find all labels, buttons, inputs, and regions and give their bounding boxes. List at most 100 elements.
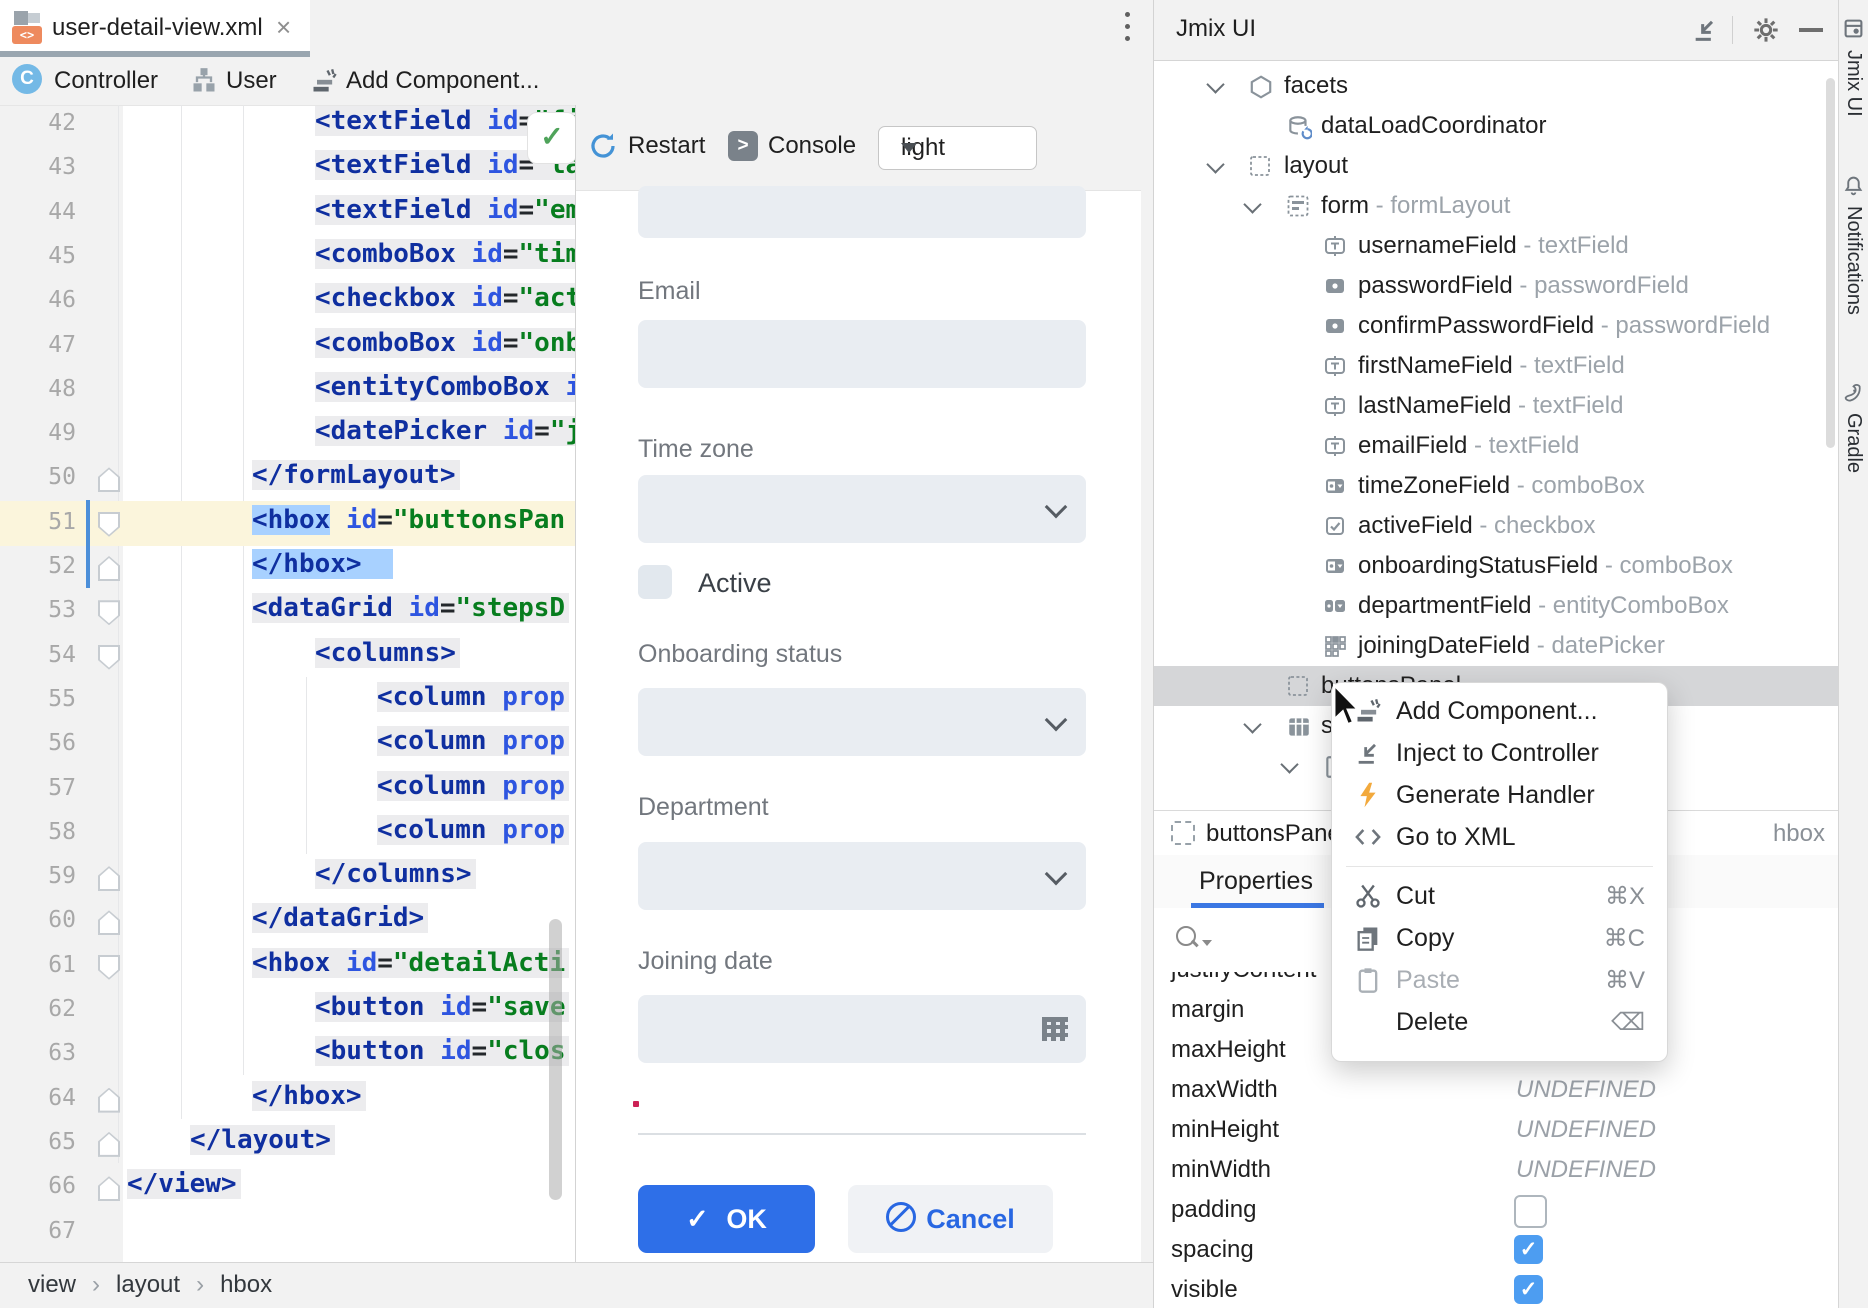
stripe-item-gradle[interactable]: Gradle (1842, 413, 1865, 473)
tree-item-passwordField[interactable]: passwordField - passwordField (1154, 266, 1839, 306)
breadcrumb-item-hbox[interactable]: hbox (220, 1271, 272, 1299)
fold-marker-icon[interactable] (98, 955, 120, 980)
email-field[interactable] (638, 320, 1086, 388)
code-line[interactable]: <button id="clos (315, 1036, 569, 1066)
inspections-ok-icon[interactable]: ✓ (527, 112, 577, 164)
code-line[interactable]: </formLayout> (252, 460, 460, 490)
code-line[interactable]: </hbox> (252, 549, 393, 579)
code-line[interactable]: <comboBox id="tim (315, 239, 585, 269)
cancel-button[interactable]: Cancel (848, 1185, 1053, 1253)
code-line[interactable]: </layout> (190, 1125, 335, 1155)
chevron-down-icon[interactable] (1280, 755, 1298, 773)
code-line[interactable]: <column prop (377, 771, 569, 801)
property-value[interactable]: UNDEFINED (1516, 1156, 1656, 1184)
fold-marker-icon[interactable] (98, 1132, 120, 1157)
menu-item-inject-to-controller[interactable]: Inject to Controller (1332, 732, 1667, 774)
code-line[interactable]: <column prop (377, 815, 569, 845)
code-line[interactable]: </columns> (315, 859, 476, 889)
menu-item-copy[interactable]: Copy⌘C (1332, 917, 1667, 959)
code-line[interactable]: <checkbox id="act (315, 283, 585, 313)
fold-marker-icon[interactable] (98, 866, 120, 891)
tree-item-activeField[interactable]: activeField - checkbox (1154, 506, 1839, 546)
property-checkbox-padding[interactable] (1514, 1195, 1547, 1228)
code-line[interactable]: <comboBox id="onb (315, 328, 585, 358)
tree-item-facets[interactable]: facets (1154, 66, 1839, 106)
tree-item-form[interactable]: form - formLayout (1154, 186, 1839, 226)
editor-scrollbar[interactable] (549, 919, 562, 1200)
fold-marker-icon[interactable] (98, 910, 120, 935)
tree-item-timeZoneField[interactable]: timeZoneField - comboBox (1154, 466, 1839, 506)
fold-marker-icon[interactable] (98, 556, 120, 581)
joining-date-field[interactable] (638, 995, 1086, 1063)
code-line[interactable]: </hbox> (252, 1081, 366, 1111)
code-line[interactable]: <button id="save (315, 992, 569, 1022)
fold-marker-icon[interactable] (98, 1176, 120, 1201)
fold-marker-icon[interactable] (98, 600, 120, 625)
splitter[interactable] (1140, 0, 1153, 1308)
fold-marker-icon[interactable] (98, 645, 120, 670)
stripe-item-jmix-ui[interactable]: Jmix UI (1842, 50, 1865, 117)
tree-item-dataLoadCoordinator[interactable]: dataLoadCoordinator (1154, 106, 1839, 146)
menu-item-paste[interactable]: Paste⌘V (1332, 959, 1667, 1001)
timezone-combobox[interactable] (638, 475, 1086, 543)
d0ck-window-icon[interactable] (1691, 16, 1719, 49)
department-combobox[interactable] (638, 842, 1086, 910)
calendar-icon[interactable] (1042, 1017, 1068, 1041)
tree-item-joiningDateField[interactable]: joiningDateField - datePicker (1154, 626, 1839, 666)
tab-user-detail-view[interactable]: <> user-detail-view.xml × (0, 0, 310, 57)
tree-item-lastNameField[interactable]: lastNameField - textField (1154, 386, 1839, 426)
code-line[interactable]: <datePicker id="joi (315, 416, 616, 446)
chevron-down-icon[interactable] (1206, 155, 1224, 173)
tree-item-layout[interactable]: layout (1154, 146, 1839, 186)
property-checkbox-spacing[interactable]: ✓ (1514, 1235, 1543, 1264)
ok-button[interactable]: ✓ OK (638, 1185, 815, 1253)
code-line[interactable]: <hbox id="detailActi (252, 948, 569, 978)
tree-item-firstNameField[interactable]: firstNameField - textField (1154, 346, 1839, 386)
tree-item-onboardingStatusField[interactable]: onboardingStatusField - comboBox (1154, 546, 1839, 586)
theme-select[interactable]: light (878, 126, 1037, 170)
bell-icon[interactable] (1843, 175, 1864, 196)
menu-item-delete[interactable]: Delete⌫ (1332, 1001, 1667, 1043)
add-component-button[interactable]: Add Component... (310, 57, 570, 105)
chevron-down-icon[interactable] (1243, 195, 1261, 213)
editor-kebab-menu-icon[interactable] (1112, 8, 1142, 48)
menu-item-cut[interactable]: Cut⌘X (1332, 875, 1667, 917)
active-checkbox[interactable] (638, 565, 672, 599)
tree-item-departmentField[interactable]: departmentField - entityComboBox (1154, 586, 1839, 626)
breadcrumb-item-view[interactable]: view (28, 1271, 76, 1299)
fold-marker-icon[interactable] (98, 1088, 120, 1113)
tab-close-icon[interactable]: × (276, 12, 291, 43)
restart-button[interactable]: Restart (588, 105, 718, 190)
property-checkbox-visible[interactable]: ✓ (1514, 1275, 1543, 1304)
property-value[interactable]: UNDEFINED (1516, 1116, 1656, 1144)
chevron-down-icon[interactable] (1243, 715, 1261, 733)
property-value[interactable]: UNDEFINED (1516, 1076, 1656, 1104)
lastname-field-partial[interactable] (638, 186, 1086, 238)
tree-item-emailField[interactable]: emailField - textField (1154, 426, 1839, 466)
breadcrumb-item-layout[interactable]: layout (116, 1271, 180, 1299)
gradle-icon[interactable] (1843, 382, 1864, 403)
chevron-down-icon[interactable] (1206, 75, 1224, 93)
code-line[interactable]: <column prop (377, 682, 569, 712)
code-line[interactable]: <hbox id="buttonsPan (252, 505, 565, 535)
code-line[interactable]: <textField id="em (315, 195, 585, 225)
menu-item-generate-handler[interactable]: Generate Handler (1332, 774, 1667, 816)
code-line[interactable]: <dataGrid id="stepsD (252, 593, 569, 623)
fold-marker-icon[interactable] (98, 467, 120, 492)
menu-item-add-component-[interactable]: Add Component... (1332, 690, 1667, 732)
tree-item-confirmPasswordField[interactable]: confirmPasswordField - passwordField (1154, 306, 1839, 346)
onboarding-combobox[interactable] (638, 688, 1086, 756)
menu-item-go-to-xml[interactable]: Go to XML (1332, 816, 1667, 858)
user-entity-button[interactable]: User (190, 57, 290, 105)
tree-scrollbar[interactable] (1826, 78, 1835, 448)
code-line[interactable]: </dataGrid> (252, 903, 428, 933)
hide-panel-icon[interactable] (1799, 28, 1823, 32)
fold-marker-icon[interactable] (98, 512, 120, 537)
code-line[interactable]: </view> (127, 1169, 241, 1199)
code-line[interactable]: <columns> (315, 638, 460, 668)
code-line[interactable]: <column prop (377, 726, 569, 756)
tree-item-usernameField[interactable]: usernameField - textField (1154, 226, 1839, 266)
gear-icon[interactable] (1752, 16, 1780, 49)
controller-button[interactable]: C Controller (12, 57, 172, 105)
console-button[interactable]: > Console (728, 105, 868, 190)
